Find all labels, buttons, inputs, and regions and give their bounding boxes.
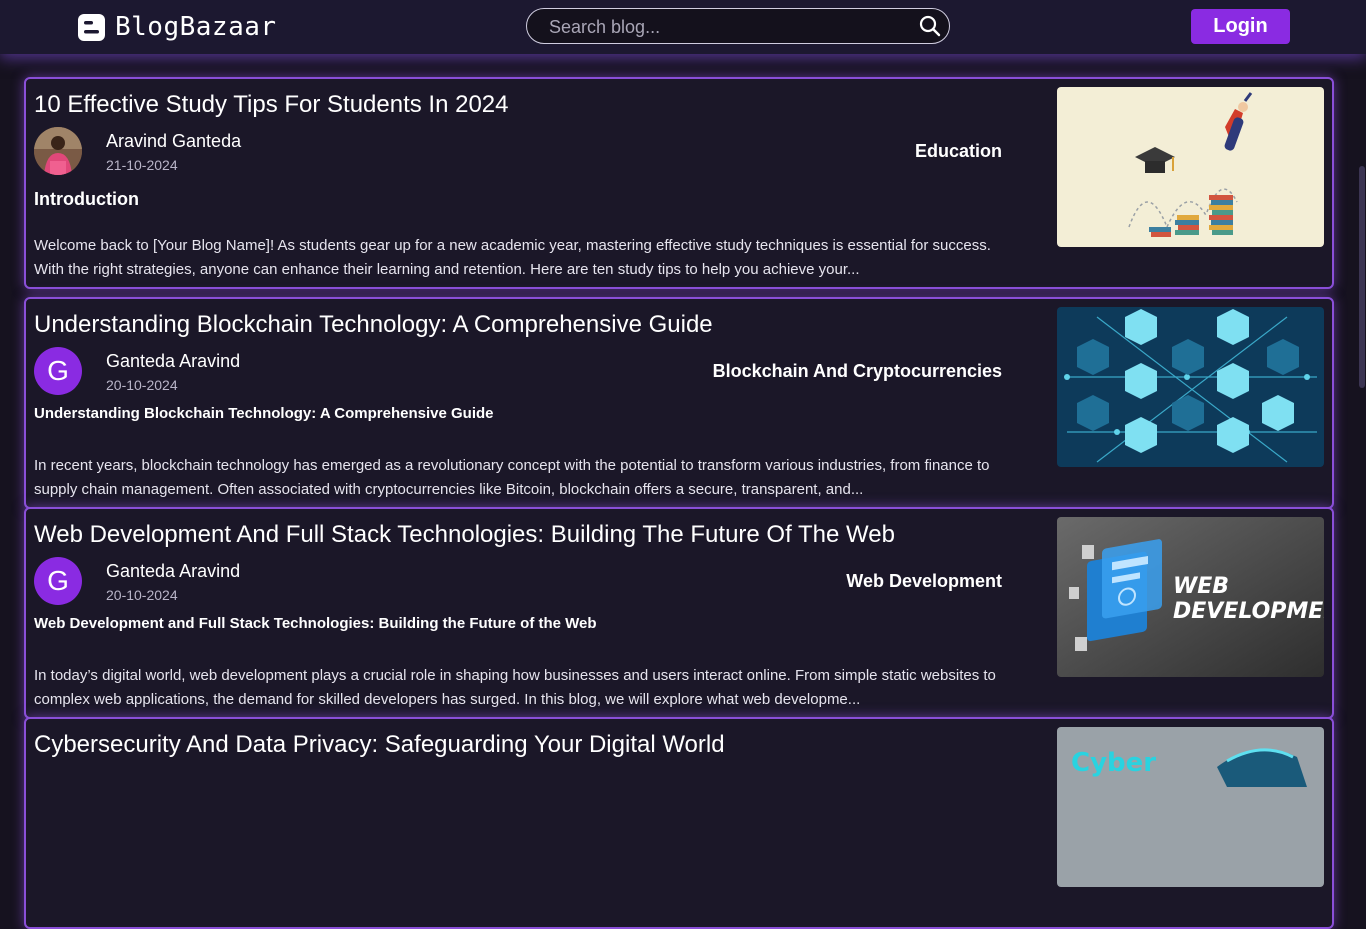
search-bar: [526, 8, 950, 45]
post-title[interactable]: Understanding Blockchain Technology: A C…: [34, 311, 713, 339]
post-excerpt: In today’s digital world, web developmen…: [34, 667, 996, 708]
author-avatar: G: [34, 347, 82, 395]
thumbnail-text: WEB: [1173, 574, 1229, 599]
category-label[interactable]: Web Development: [846, 571, 1002, 592]
author-name: Aravind Ganteda: [106, 131, 242, 151]
post-excerpt: In recent years, blockchain technology h…: [34, 457, 990, 498]
navbar: BlogBazaar Login: [0, 0, 1366, 54]
post-date: 21-10-2024: [106, 157, 178, 173]
thumbnail-text: Cyber: [1071, 748, 1156, 778]
post-heading: Understanding Blockchain Technology: A C…: [34, 405, 494, 422]
author-avatar: G: [34, 557, 82, 605]
scrollbar-thumb[interactable]: [1359, 166, 1365, 388]
search-icon[interactable]: [919, 15, 941, 37]
brand-name: BlogBazaar: [115, 12, 277, 42]
post-title[interactable]: Cybersecurity And Data Privacy: Safeguar…: [34, 731, 725, 759]
post-title[interactable]: Web Development And Full Stack Technolog…: [34, 521, 895, 549]
blogger-icon: [78, 13, 105, 41]
post-excerpt: Welcome back to [Your Blog Name]! As stu…: [34, 237, 991, 278]
post-thumbnail[interactable]: WEB DEVELOPMENT: [1057, 517, 1324, 677]
blog-card[interactable]: 10 Effective Study Tips For Students In …: [24, 77, 1334, 289]
post-date: 20-10-2024: [106, 377, 178, 393]
category-label[interactable]: Blockchain And Cryptocurrencies: [713, 361, 1002, 382]
web-development-illustration-icon: WEB DEVELOPMENT: [1057, 517, 1324, 677]
post-heading: Web Development and Full Stack Technolog…: [34, 615, 597, 632]
author-name: Ganteda Aravind: [106, 351, 241, 371]
scrollbar[interactable]: [1358, 54, 1366, 768]
login-button[interactable]: Login: [1191, 9, 1290, 44]
brand-logo[interactable]: BlogBazaar: [78, 13, 277, 41]
blog-card[interactable]: Web Development And Full Stack Technolog…: [24, 507, 1334, 719]
graduation-books-illustration-icon: [1057, 87, 1324, 247]
post-date: 20-10-2024: [106, 587, 178, 603]
blog-card[interactable]: Understanding Blockchain Technology: A C…: [24, 297, 1334, 509]
search-input[interactable]: [547, 9, 911, 45]
category-label[interactable]: Education: [915, 141, 1002, 162]
nft-cubes-network-icon: [1057, 307, 1324, 467]
post-heading: Introduction: [34, 189, 139, 209]
blog-card[interactable]: Cybersecurity And Data Privacy: Safeguar…: [24, 717, 1334, 929]
author-avatar: [34, 127, 82, 175]
post-thumbnail[interactable]: Cyber: [1057, 727, 1324, 887]
cybersecurity-illustration-icon: Cyber: [1057, 727, 1324, 887]
post-title[interactable]: 10 Effective Study Tips For Students In …: [34, 91, 509, 119]
user-photo-icon: [34, 127, 82, 175]
thumbnail-text: DEVELOPMENT: [1173, 599, 1324, 624]
post-thumbnail[interactable]: [1057, 307, 1324, 467]
author-name: Ganteda Aravind: [106, 561, 241, 581]
post-thumbnail[interactable]: [1057, 87, 1324, 247]
